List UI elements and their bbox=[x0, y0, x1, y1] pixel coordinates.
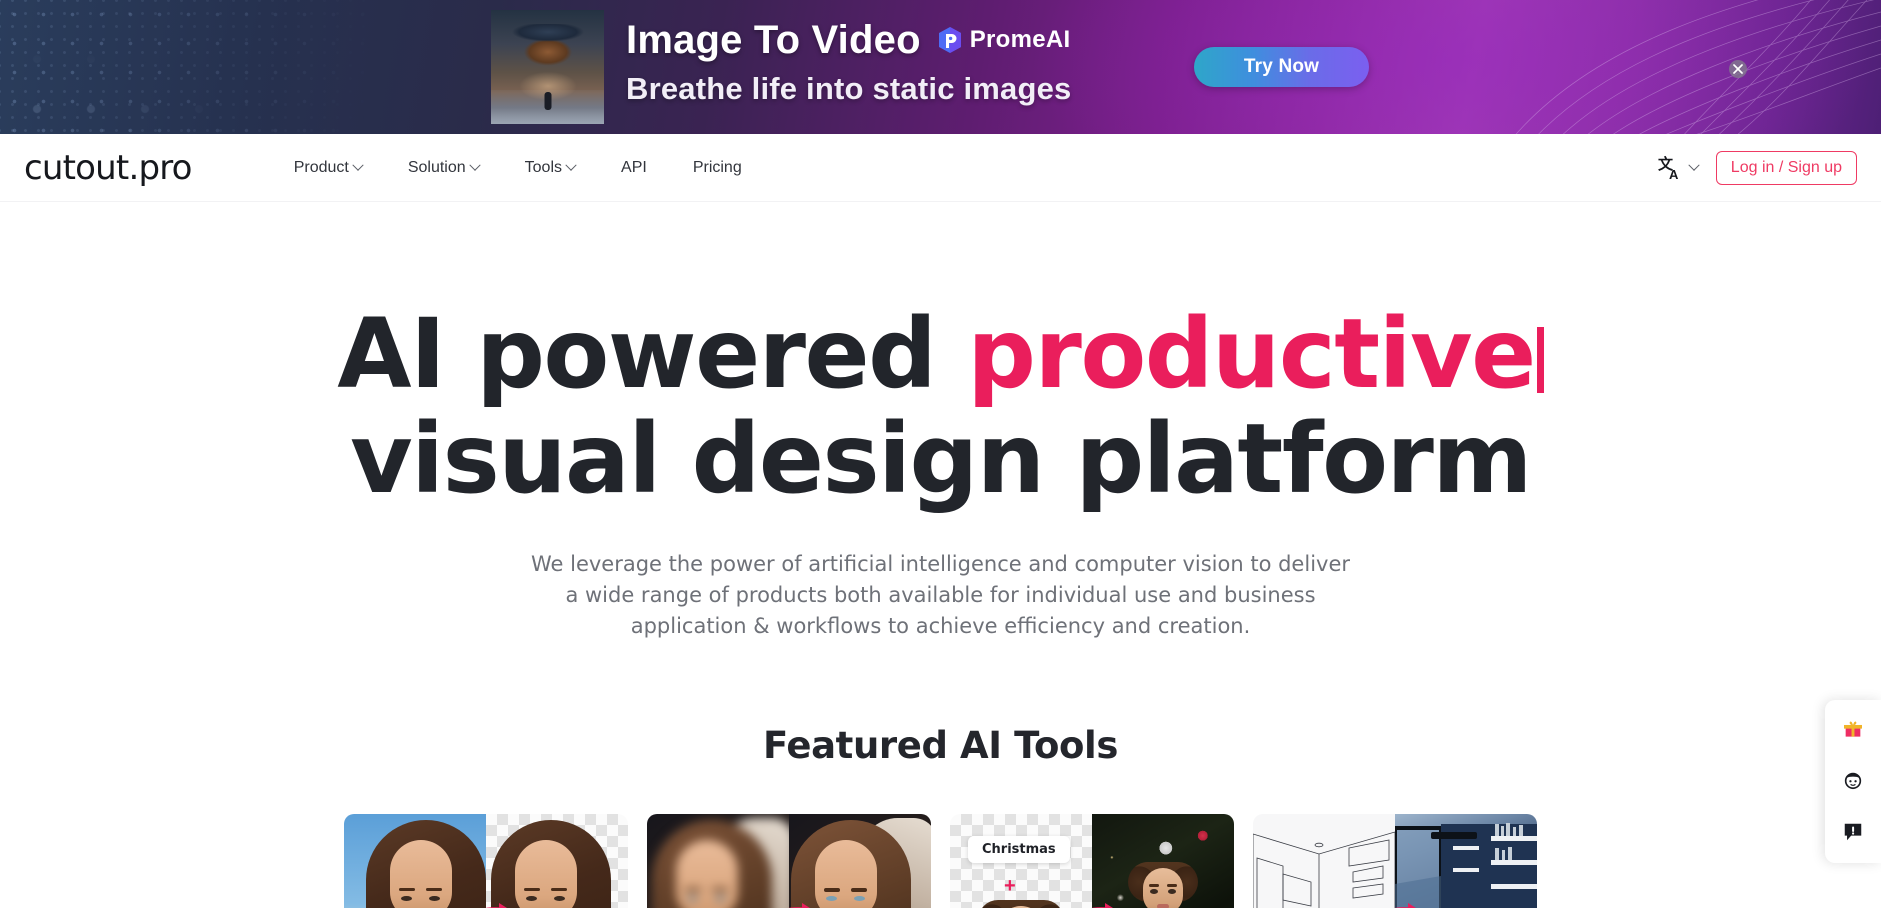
hero-title-part1: AI powered bbox=[337, 298, 968, 410]
plus-sign: + bbox=[1004, 875, 1016, 898]
card3-before-image: Christmas + bbox=[950, 814, 1092, 908]
language-switcher[interactable]: 文 A bbox=[1658, 155, 1700, 181]
promo-title: Image To Video bbox=[626, 18, 921, 62]
card3-after-image bbox=[1092, 814, 1234, 908]
promeai-brand-name: PromeAI bbox=[969, 26, 1071, 53]
card4-after-image bbox=[1395, 814, 1537, 908]
gift-icon bbox=[1844, 721, 1862, 737]
tool-card-ai-background-generator[interactable]: Christmas + bbox=[950, 814, 1234, 908]
login-signup-button[interactable]: Log in / Sign up bbox=[1715, 151, 1857, 185]
nav-item-api[interactable]: API bbox=[598, 159, 670, 177]
sketch-lines bbox=[1253, 832, 1395, 908]
card2-after-image bbox=[789, 814, 931, 908]
card1-before-image bbox=[344, 814, 486, 908]
nav-item-solution[interactable]: Solution bbox=[385, 159, 502, 177]
rendered-room bbox=[1395, 823, 1537, 908]
typing-caret bbox=[1536, 327, 1544, 393]
featured-tools-row: Christmas + bbox=[0, 814, 1881, 908]
promo-close-button[interactable] bbox=[1729, 60, 1747, 78]
floating-side-widget bbox=[1825, 700, 1881, 863]
promo-snowflake-pattern bbox=[0, 30, 300, 134]
chevron-down-icon bbox=[468, 159, 481, 171]
try-now-button[interactable]: Try Now bbox=[1194, 47, 1369, 87]
promo-banner[interactable]: Image To Video PromeAI Breathe life into… bbox=[0, 0, 1881, 134]
promeai-brand: PromeAI bbox=[937, 26, 1071, 54]
tool-card-background-remover[interactable] bbox=[344, 814, 628, 908]
nav-item-tools-label: Tools bbox=[524, 158, 563, 176]
card1-after-image bbox=[486, 814, 628, 908]
navbar-right-cluster: 文 A Log in / Sign up bbox=[1658, 134, 1857, 202]
featured-tools-heading: Featured AI Tools bbox=[763, 724, 1118, 768]
card2-before-image bbox=[647, 814, 789, 908]
nav-item-pricing-label: Pricing bbox=[692, 158, 742, 176]
chevron-down-icon bbox=[565, 159, 577, 171]
promo-thumbnail-image bbox=[491, 10, 604, 124]
tool-card-photo-enhancer[interactable] bbox=[647, 814, 931, 908]
nav-item-tools[interactable]: Tools bbox=[502, 159, 598, 177]
account-button[interactable] bbox=[1838, 765, 1868, 795]
nav-links: Product Solution Tools API Pricing bbox=[294, 159, 765, 177]
hero-title-accent: productive bbox=[967, 298, 1536, 410]
hero-section: AI powered productive visual design plat… bbox=[0, 202, 1881, 642]
chevron-down-icon bbox=[1688, 159, 1700, 171]
hero-title: AI powered productive visual design plat… bbox=[0, 302, 1881, 511]
avatar-face-icon bbox=[1844, 772, 1862, 790]
nav-item-product[interactable]: Product bbox=[294, 159, 385, 177]
christmas-preset-label[interactable]: Christmas bbox=[968, 836, 1070, 864]
close-icon bbox=[1733, 64, 1743, 74]
site-logo[interactable]: cutout.pro bbox=[24, 151, 192, 185]
featured-tools-section: Featured AI Tools Christmas + bbox=[0, 724, 1881, 908]
nav-item-api-label: API bbox=[621, 158, 647, 176]
promo-text-block: Image To Video PromeAI Breathe life into… bbox=[626, 14, 1186, 107]
nav-item-product-label: Product bbox=[293, 158, 349, 176]
main-navbar: cutout.pro Product Solution Tools API Pr… bbox=[0, 134, 1881, 202]
language-translate-icon: 文 A bbox=[1658, 155, 1679, 181]
card4-before-image bbox=[1253, 814, 1395, 908]
tool-card-interior-ai-render[interactable] bbox=[1253, 814, 1537, 908]
svg-text:A: A bbox=[1669, 167, 1679, 181]
chevron-down-icon bbox=[352, 159, 364, 171]
feedback-button[interactable] bbox=[1838, 817, 1868, 847]
nav-item-pricing[interactable]: Pricing bbox=[670, 159, 765, 177]
gift-button[interactable] bbox=[1838, 713, 1868, 743]
feedback-icon bbox=[1844, 823, 1862, 841]
hero-subtitle: We leverage the power of artificial inte… bbox=[530, 552, 1351, 639]
promeai-logo-icon bbox=[938, 27, 961, 53]
nav-item-solution-label: Solution bbox=[407, 158, 466, 176]
promo-subtitle: Breathe life into static images bbox=[626, 71, 1072, 106]
hero-title-line2: visual design platform bbox=[350, 402, 1532, 515]
